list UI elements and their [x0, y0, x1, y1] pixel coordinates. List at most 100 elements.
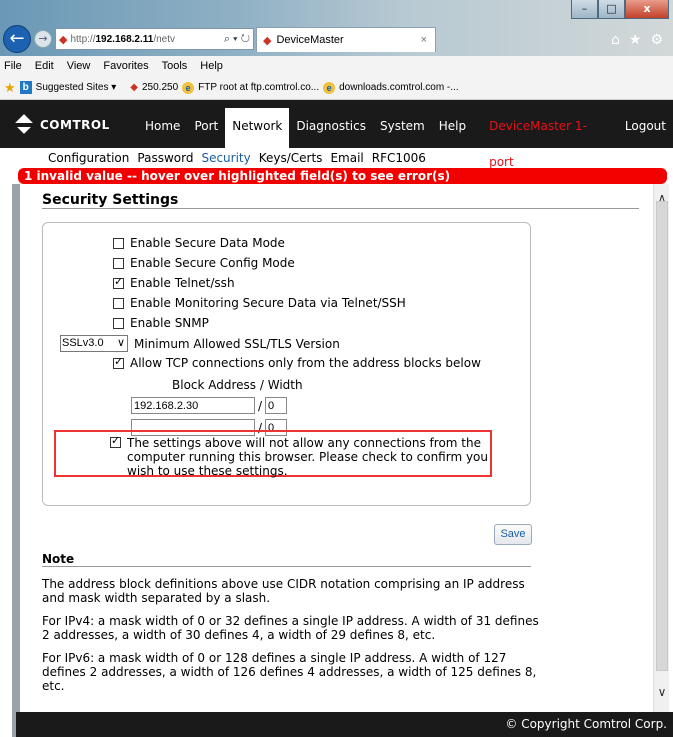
content-area: Security Settings Enable Secure Data Mod…: [16, 184, 653, 712]
sub-navigation: Configuration Password Security Keys/Cer…: [0, 148, 673, 168]
tab-title: DeviceMaster: [276, 34, 344, 46]
note-paragraph: For IPv4: a mask width of 0 or 32 define…: [42, 614, 539, 642]
option-monitoring-secure-data[interactable]: Enable Monitoring Secure Data via Telnet…: [113, 296, 406, 310]
fav-favicon-icon: ◆: [130, 82, 138, 93]
fav-suggested-sites[interactable]: Suggested Sites ▾: [36, 82, 117, 93]
back-button[interactable]: ←: [3, 25, 31, 53]
fav-item-3[interactable]: downloads.comtrol.com -...: [339, 82, 459, 93]
device-name-link[interactable]: DeviceMaster 1-port: [473, 108, 618, 169]
subnav-keys-certs[interactable]: Keys/Certs: [259, 148, 323, 168]
save-button[interactable]: Save: [494, 524, 532, 545]
ssl-version-select[interactable]: SSLv3.0 ∨: [60, 335, 128, 352]
favorites-star-icon[interactable]: ★: [4, 80, 16, 96]
menu-help[interactable]: Help: [200, 60, 223, 72]
browser-toolbar-icons: ⌂ ★ ⚙: [611, 32, 663, 48]
comtrol-logo[interactable]: COMTROL: [14, 113, 110, 137]
favorites-star-icon[interactable]: ★: [629, 32, 642, 48]
fav-item-2[interactable]: FTP root at ftp.comtrol.co...: [198, 82, 319, 93]
home-icon[interactable]: ⌂: [611, 32, 620, 48]
tab-close-icon[interactable]: ×: [421, 34, 427, 46]
block-width-input[interactable]: [265, 397, 288, 414]
url-path: /netv: [153, 33, 176, 45]
tab-devicemaster[interactable]: ◆ DeviceMaster ×: [256, 27, 436, 52]
menu-edit[interactable]: Edit: [35, 60, 54, 72]
browser-chrome: – □ x ← → ◆ http://192.168.2.11/netv ⌕ ▾…: [0, 0, 673, 100]
site-favicon-icon: ◆: [59, 33, 68, 46]
address-bar[interactable]: ◆ http://192.168.2.11/netv ⌕ ▾ ↻: [55, 28, 254, 50]
gear-icon[interactable]: ⚙: [650, 32, 663, 48]
fav-item-1[interactable]: 250.250: [142, 82, 178, 93]
logout-link[interactable]: Logout: [618, 108, 673, 148]
chevron-down-icon: ∨: [116, 337, 125, 349]
search-refresh-icons[interactable]: ⌕ ▾ ↻: [224, 33, 253, 46]
section-divider: [42, 208, 639, 209]
ssl-version-row: SSLv3.0 ∨ Minimum Allowed SSL/TLS Versio…: [60, 335, 340, 352]
subnav-email[interactable]: Email: [330, 148, 363, 168]
note-paragraph: The address block definitions above use …: [42, 577, 525, 605]
option-allow-tcp-blocks[interactable]: Allow TCP connections only from the addr…: [113, 355, 481, 370]
option-label: Enable Secure Data Mode: [130, 236, 285, 250]
forward-arrow-icon: →: [38, 32, 48, 45]
forward-button[interactable]: →: [34, 30, 52, 48]
scroll-thumb[interactable]: [656, 201, 668, 671]
ssl-version-value: SSLv3.0: [62, 337, 104, 349]
ie-page-icon: e: [323, 81, 336, 94]
maximize-button[interactable]: □: [598, 0, 625, 19]
option-secure-config[interactable]: Enable Secure Config Mode: [113, 256, 295, 270]
comtrol-logo-icon: [14, 114, 36, 136]
back-arrow-icon: ←: [9, 28, 25, 49]
menu-bar: File Edit View Favorites Tools Help: [0, 56, 673, 76]
checkbox[interactable]: [113, 275, 124, 289]
option-label: Enable Secure Config Mode: [130, 256, 295, 270]
block-address-input[interactable]: [131, 397, 255, 414]
option-label: Enable SNMP: [130, 316, 209, 330]
nav-system[interactable]: System: [373, 108, 432, 148]
close-window-button[interactable]: x: [625, 0, 669, 19]
option-snmp[interactable]: Enable SNMP: [113, 316, 209, 330]
note-title: Note: [42, 552, 75, 566]
scroll-down-icon[interactable]: ∨: [654, 684, 670, 700]
nav-network[interactable]: Network: [225, 108, 290, 148]
vertical-scrollbar[interactable]: ∧ ∨: [653, 184, 669, 712]
url-prefix: http://: [70, 33, 96, 45]
option-label: Enable Monitoring Secure Data via Telnet…: [130, 296, 406, 310]
minimize-button[interactable]: –: [571, 0, 598, 19]
menu-favorites[interactable]: Favorites: [103, 60, 148, 72]
subnav-security[interactable]: Security: [201, 148, 250, 168]
ie-page-icon: e: [182, 81, 195, 94]
section-title: Security Settings: [42, 192, 179, 208]
option-telnet-ssh[interactable]: Enable Telnet/ssh: [113, 275, 235, 290]
confirm-warning-text: The settings above will not allow any co…: [127, 436, 489, 478]
nav-home[interactable]: Home: [138, 108, 187, 148]
tab-favicon-icon: ◆: [263, 34, 272, 47]
subnav-configuration[interactable]: Configuration: [48, 148, 129, 168]
note-paragraph: For IPv6: a mask width of 0 or 128 defin…: [42, 651, 537, 693]
block-address-header: Block Address / Width: [172, 378, 303, 392]
checkbox[interactable]: [113, 237, 124, 249]
option-label: Allow TCP connections only from the addr…: [130, 356, 481, 370]
favorites-bar: ★ b Suggested Sites ▾ ◆ 250.250 e FTP ro…: [0, 76, 673, 100]
web-page: COMTROL Home Port Network Diagnostics Sy…: [0, 100, 673, 737]
checkbox[interactable]: [113, 355, 124, 369]
nav-help[interactable]: Help: [432, 108, 473, 148]
menu-view[interactable]: View: [67, 60, 91, 72]
subnav-rfc1006[interactable]: RFC1006: [372, 148, 426, 168]
url-host: 192.168.2.11: [95, 33, 154, 45]
checkbox[interactable]: [113, 317, 124, 329]
subnav-password[interactable]: Password: [137, 148, 193, 168]
menu-tools[interactable]: Tools: [162, 60, 188, 72]
error-banner: 1 invalid value -- hover over highlighte…: [18, 168, 667, 184]
nav-diagnostics[interactable]: Diagnostics: [289, 108, 373, 148]
logo-text: COMTROL: [40, 118, 110, 132]
menu-file[interactable]: File: [4, 60, 22, 72]
option-secure-data[interactable]: Enable Secure Data Mode: [113, 236, 285, 250]
slash-separator: /: [258, 398, 263, 413]
confirm-checkbox[interactable]: [110, 434, 121, 448]
checkbox[interactable]: [113, 257, 124, 269]
nav-port[interactable]: Port: [187, 108, 225, 148]
main-nav: Home Port Network Diagnostics System Hel…: [138, 108, 673, 169]
bing-icon: b: [19, 81, 32, 94]
note-divider: [42, 566, 531, 567]
left-margin: [0, 168, 16, 737]
checkbox[interactable]: [113, 297, 124, 309]
